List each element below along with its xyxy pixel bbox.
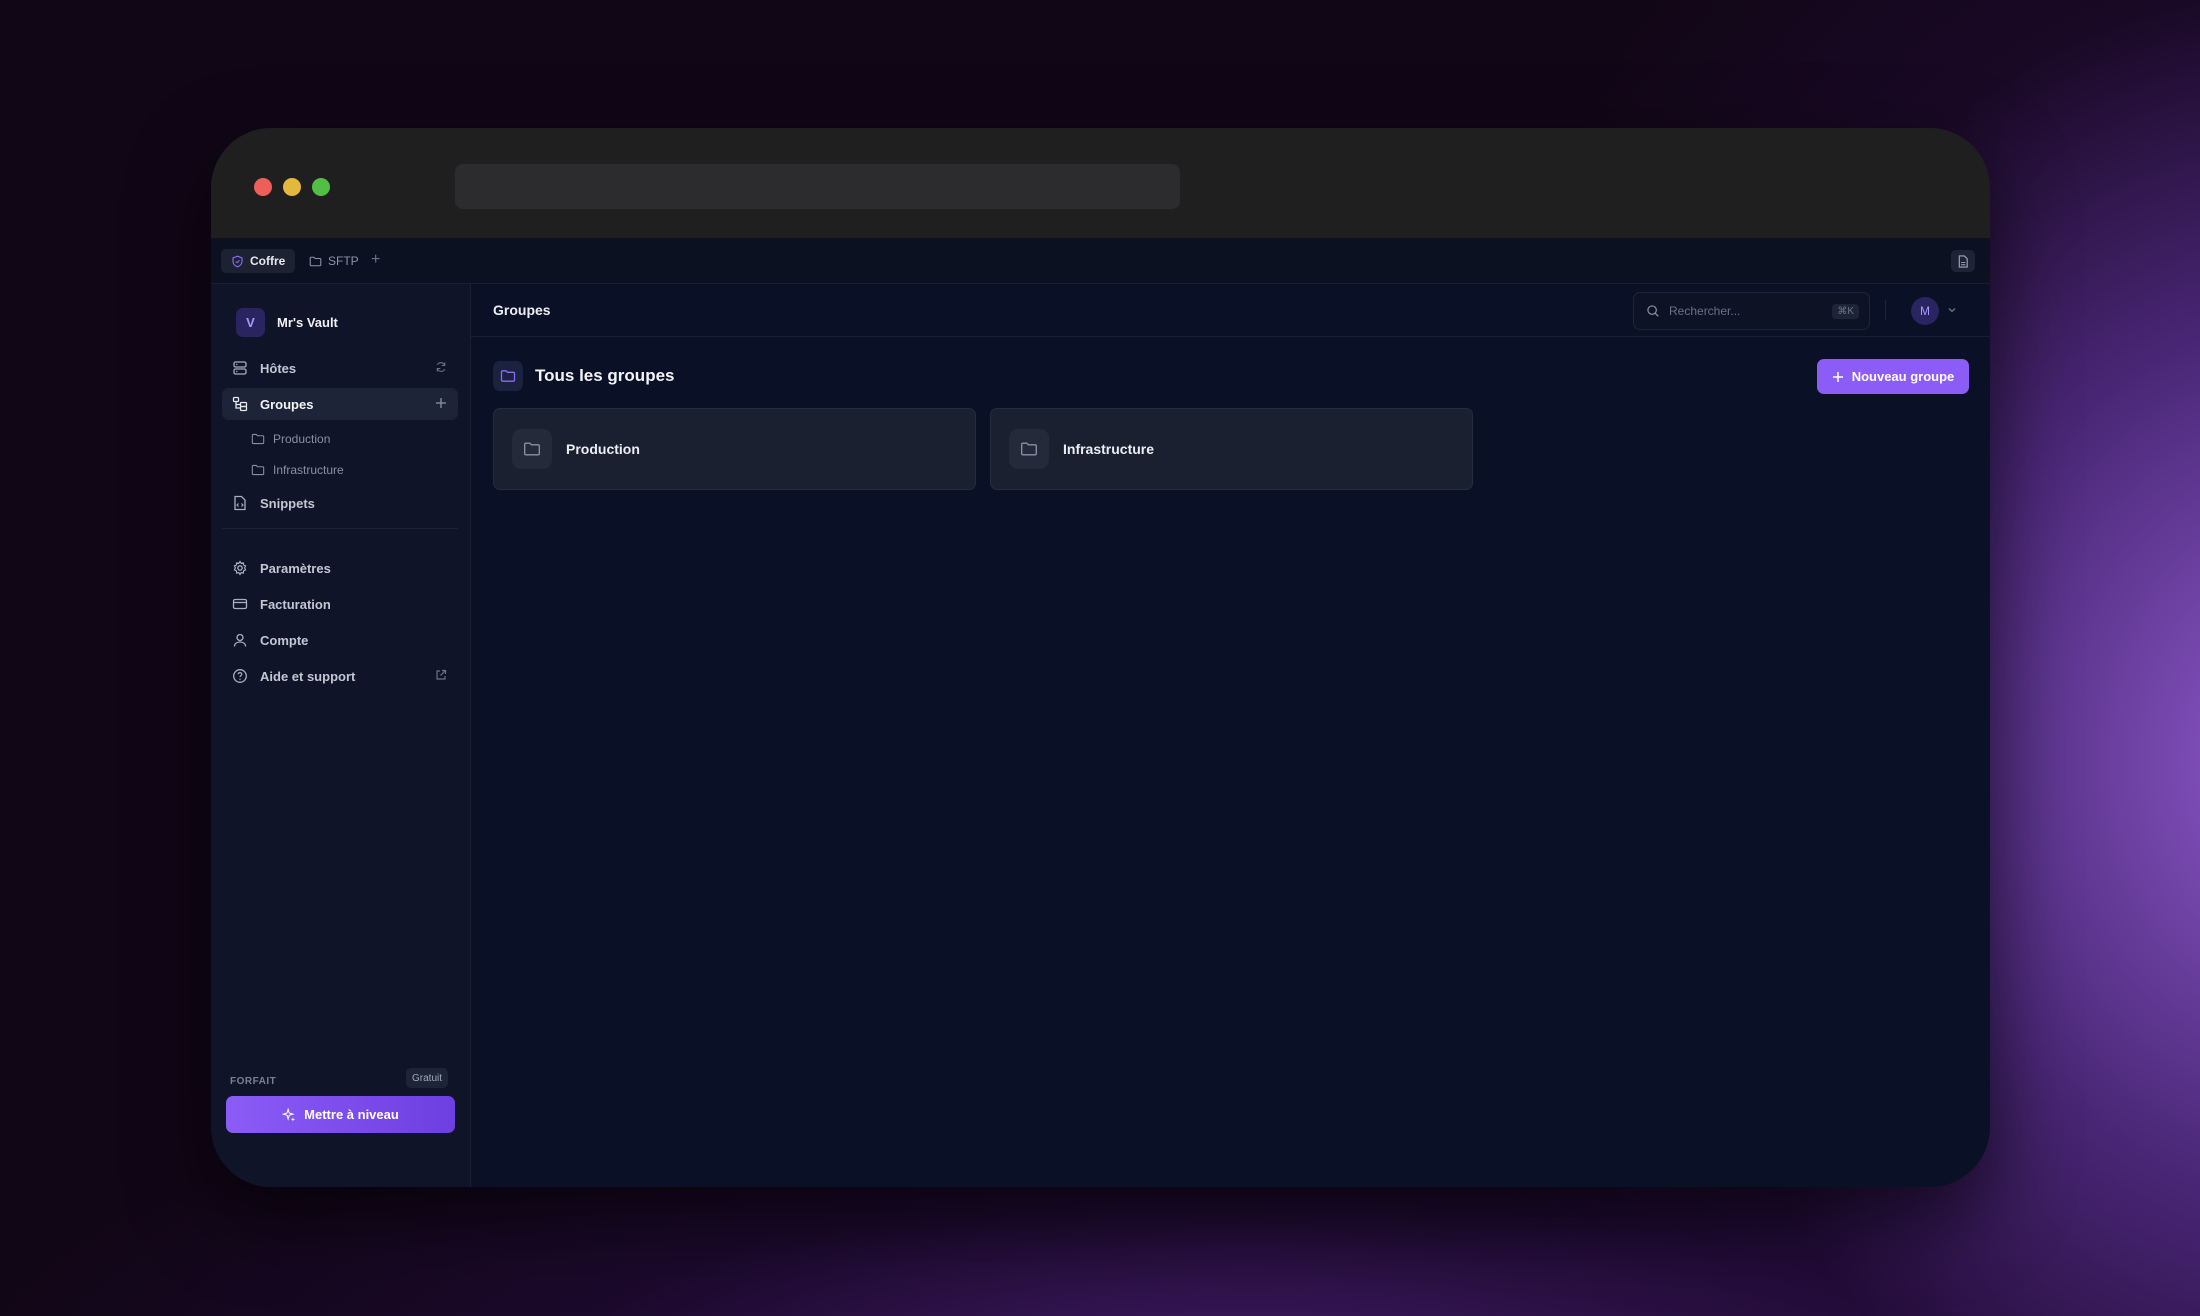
tab-sftp[interactable]: SFTP: [299, 249, 369, 273]
tab-label: SFTP: [328, 254, 359, 268]
group-card-label: Infrastructure: [1063, 441, 1155, 457]
sidebar-subitem-production[interactable]: Production: [251, 428, 330, 450]
sidebar-item-label: Facturation: [260, 596, 331, 612]
add-group-icon[interactable]: [434, 396, 448, 410]
search-placeholder: Rechercher...: [1669, 304, 1741, 318]
folder-icon: [309, 256, 322, 266]
credit-card-icon: [232, 596, 248, 612]
folder-icon: [493, 361, 523, 391]
tab-bar: Coffre SFTP +: [211, 238, 1990, 284]
refresh-icon[interactable]: [434, 360, 448, 374]
section-header: Tous les groupes: [493, 361, 675, 391]
folder-icon: [251, 433, 265, 445]
plan-label: FORFAIT: [230, 1076, 277, 1087]
group-card-label: Production: [566, 441, 640, 457]
main-content: Groupes Rechercher... ⌘K M Tous les grou…: [471, 284, 1990, 1187]
folder-icon: [1009, 429, 1049, 469]
sidebar-item-label: Groupes: [260, 396, 314, 412]
sidebar-subitem-infrastructure[interactable]: Infrastructure: [251, 459, 344, 481]
sidebar-item-compte[interactable]: Compte: [222, 624, 458, 656]
tab-label: Coffre: [250, 254, 286, 268]
sidebar-item-snippets[interactable]: Snippets: [222, 487, 458, 519]
group-card-production[interactable]: Production: [493, 408, 976, 490]
document-button[interactable]: [1951, 250, 1975, 272]
sidebar-item-hotes[interactable]: Hôtes: [222, 352, 458, 384]
section-title: Tous les groupes: [535, 366, 675, 385]
folder-icon: [512, 429, 552, 469]
new-group-label: Nouveau groupe: [1851, 369, 1955, 384]
gear-icon: [232, 560, 248, 576]
vault-avatar: V: [236, 308, 265, 337]
window-titlebar: [211, 128, 1990, 238]
address-bar[interactable]: [455, 164, 1180, 209]
sidebar-subitem-label: Infrastructure: [273, 463, 344, 477]
user-icon: [232, 632, 248, 648]
help-circle-icon: [232, 668, 248, 684]
groups-tree-icon: [232, 396, 248, 412]
sparkles-icon: [282, 1107, 296, 1122]
search-input[interactable]: Rechercher... ⌘K: [1633, 292, 1870, 330]
sidebar: V Mr's Vault Hôtes Groupes Production In…: [211, 284, 471, 1187]
user-avatar[interactable]: M: [1911, 297, 1939, 325]
shield-icon: [232, 255, 243, 267]
document-icon: [1958, 254, 1968, 268]
upgrade-label: Mettre à niveau: [304, 1107, 399, 1122]
main-header: Groupes Rechercher... ⌘K M: [471, 284, 1990, 337]
group-card-infrastructure[interactable]: Infrastructure: [990, 408, 1473, 490]
new-group-button[interactable]: Nouveau groupe: [1817, 359, 1969, 394]
plus-icon: [1832, 371, 1843, 382]
vault-switcher[interactable]: V Mr's Vault: [236, 308, 338, 337]
sidebar-item-aide[interactable]: Aide et support: [222, 660, 458, 692]
sidebar-item-label: Paramètres: [260, 560, 331, 576]
sidebar-item-parametres[interactable]: Paramètres: [222, 552, 458, 584]
sidebar-item-label: Snippets: [260, 495, 315, 511]
sidebar-item-label: Hôtes: [260, 360, 297, 376]
sidebar-item-groupes[interactable]: Groupes: [222, 388, 458, 420]
add-tab-button[interactable]: +: [371, 252, 380, 268]
plan-badge: Gratuit: [406, 1068, 449, 1088]
app-window: Coffre SFTP + V Mr's Vault Hôtes Groupes…: [211, 128, 1990, 1187]
maximize-window-button[interactable]: [312, 178, 330, 196]
sidebar-item-facturation[interactable]: Facturation: [222, 588, 458, 620]
header-divider: [1885, 300, 1886, 320]
tab-coffre[interactable]: Coffre: [221, 249, 296, 273]
search-shortcut: ⌘K: [1832, 303, 1859, 319]
external-link-icon: [434, 668, 448, 682]
sidebar-item-label: Aide et support: [260, 668, 356, 684]
sidebar-item-label: Compte: [260, 632, 309, 648]
folder-icon: [251, 464, 265, 476]
chevron-down-icon[interactable]: [1946, 304, 1958, 316]
sidebar-subitem-label: Production: [273, 432, 331, 446]
file-code-icon: [232, 495, 248, 511]
server-icon: [232, 360, 248, 376]
search-icon: [1647, 305, 1659, 317]
upgrade-button[interactable]: Mettre à niveau: [226, 1096, 455, 1133]
page-title: Groupes: [493, 302, 551, 318]
close-window-button[interactable]: [254, 178, 272, 196]
vault-name: Mr's Vault: [277, 315, 338, 330]
sidebar-divider: [222, 528, 458, 529]
minimize-window-button[interactable]: [283, 178, 301, 196]
